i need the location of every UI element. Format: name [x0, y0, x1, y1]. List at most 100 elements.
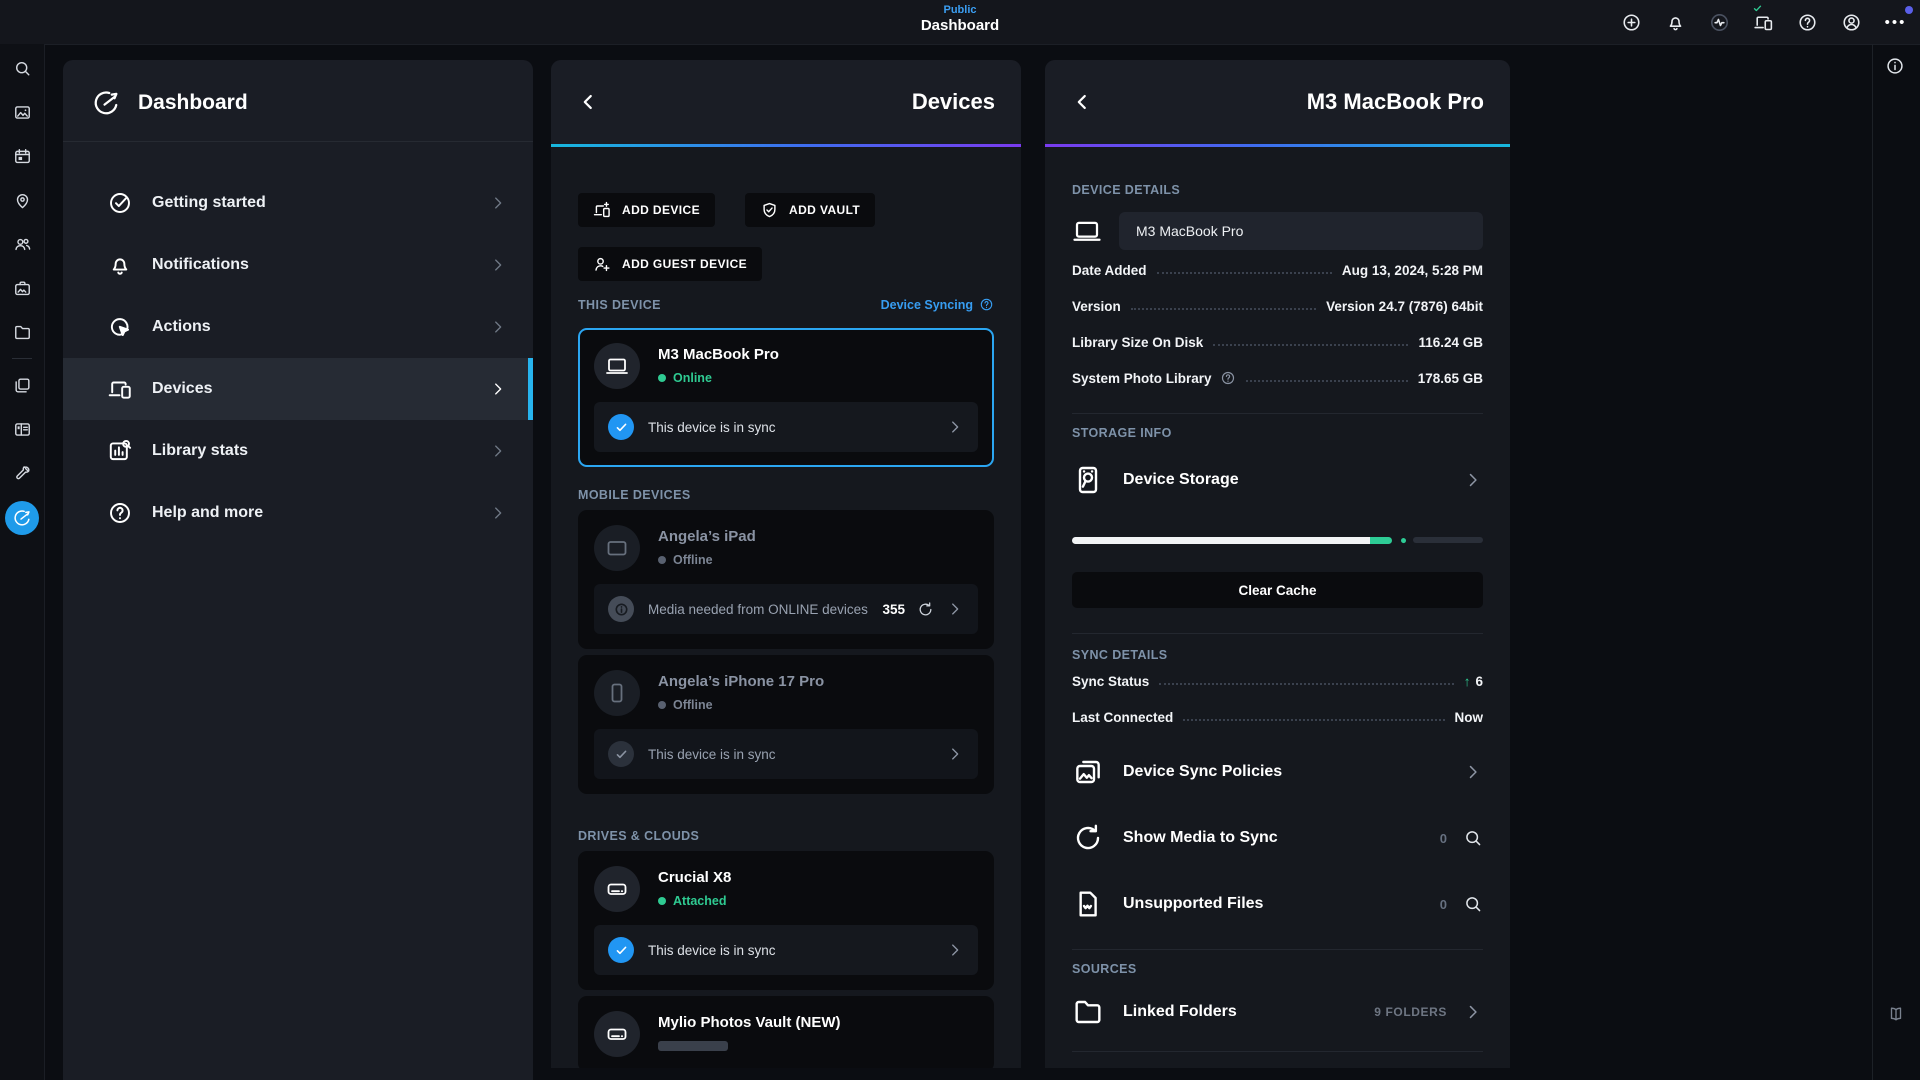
shield-check-icon — [760, 201, 779, 220]
device-name-input[interactable] — [1119, 212, 1483, 250]
devices-panel-header: Devices — [551, 60, 1021, 144]
sync-status-row[interactable]: This device is in sync — [594, 925, 978, 975]
sidebar-item-library-stats[interactable]: Library stats — [63, 420, 533, 482]
mylio-dashboard-app: Public Dashboard ••• Dashboard Getting s… — [0, 0, 1920, 1080]
rail-tools-button[interactable] — [0, 451, 44, 495]
drive-avatar — [594, 1011, 640, 1057]
rail-people-button[interactable] — [0, 222, 44, 266]
last-connected-row: Last Connected Now — [1072, 710, 1483, 725]
show-media-count: 0 — [1439, 830, 1447, 846]
device-sync-status-button[interactable] — [1753, 12, 1774, 33]
sidebar-item-getting-started[interactable]: Getting started — [63, 172, 533, 234]
header-gradient — [551, 144, 1021, 147]
devices-panel: Devices ADD DEVICE ADD VAULT ADD GUEST D… — [551, 60, 1021, 1068]
hard-drive-icon — [1072, 464, 1104, 496]
rail-copies-button[interactable] — [0, 363, 44, 407]
device-syncing-link[interactable]: Device Syncing — [881, 297, 994, 312]
help-circle-icon[interactable] — [1220, 370, 1236, 386]
devices-icon — [107, 376, 133, 402]
search-icon[interactable] — [1463, 828, 1483, 848]
drives-clouds-label: DRIVES & CLOUDS — [578, 829, 700, 843]
device-status: Attached — [658, 894, 731, 908]
device-sync-policies-row[interactable]: Device Sync Policies — [1072, 750, 1483, 794]
device-storage-row[interactable]: Device Storage — [1072, 458, 1483, 502]
chevron-right-icon — [946, 418, 964, 436]
rail-photos-button[interactable] — [0, 90, 44, 134]
status-dot — [658, 374, 666, 382]
this-device-label: THIS DEVICE — [578, 297, 661, 312]
laptop-avatar — [594, 343, 640, 389]
notification-dot — [1905, 5, 1913, 14]
space-switcher[interactable]: Public Dashboard — [921, 4, 999, 34]
rail-map-button[interactable] — [0, 178, 44, 222]
add-vault-button[interactable]: ADD VAULT — [745, 193, 876, 227]
device-card-crucial-x8[interactable]: Crucial X8 Attached This device is in sy… — [578, 851, 994, 990]
storage-tick — [1399, 536, 1407, 544]
check-circle-icon — [107, 190, 133, 216]
help-button[interactable] — [1797, 12, 1818, 33]
rail-layout-button[interactable] — [0, 407, 44, 451]
notifications-button[interactable] — [1665, 12, 1686, 33]
left-icon-rail — [0, 44, 45, 1080]
dashboard-sidebar: Dashboard Getting started Notifications … — [63, 60, 533, 1080]
dotted-leader — [1159, 683, 1454, 685]
album-case-icon — [13, 279, 32, 298]
rail-dashboard-button[interactable] — [5, 501, 39, 535]
device-card-ipad[interactable]: Angela’s iPad Offline Media needed from … — [578, 510, 994, 649]
rail-albums-button[interactable] — [0, 266, 44, 310]
device-card-mylio-vault[interactable]: Mylio Photos Vault (NEW) — [578, 996, 994, 1068]
unsupported-files-row[interactable]: Unsupported Files 0 — [1072, 882, 1483, 926]
search-icon[interactable] — [1463, 894, 1483, 914]
storage-used-segment — [1072, 536, 1371, 544]
device-name: M3 MacBook Pro — [658, 346, 779, 363]
sync-status-row[interactable]: This device is in sync — [594, 402, 978, 452]
info-button[interactable] — [1885, 56, 1905, 76]
bell-icon — [107, 252, 133, 278]
media-needed-row[interactable]: Media needed from ONLINE devices 355 — [594, 584, 978, 634]
search-icon — [13, 59, 32, 78]
back-button[interactable] — [1071, 91, 1093, 113]
drive-avatar — [594, 866, 640, 912]
clear-cache-button[interactable]: Clear Cache — [1072, 572, 1483, 608]
sync-status-row: Sync Status ↑ 6 — [1072, 674, 1483, 689]
media-count: 355 — [882, 601, 905, 617]
device-card-m3-macbook-pro[interactable]: M3 MacBook Pro Online This device is in … — [578, 328, 994, 467]
bell-icon — [1665, 12, 1686, 33]
chevron-right-icon — [489, 380, 507, 398]
status-dot — [658, 701, 666, 709]
ellipsis-icon: ••• — [1884, 13, 1907, 31]
activity-button[interactable] — [1709, 12, 1730, 33]
status-dot — [658, 897, 666, 905]
back-button[interactable] — [577, 91, 599, 113]
show-media-to-sync-row[interactable]: Show Media to Sync 0 — [1072, 816, 1483, 860]
sidebar-item-devices[interactable]: Devices — [63, 358, 533, 420]
sidebar-item-help[interactable]: Help and more — [63, 482, 533, 544]
photo-stack-icon — [1072, 756, 1104, 788]
actions-click-icon — [107, 314, 133, 340]
check-icon — [614, 943, 629, 958]
device-card-iphone[interactable]: Angela’s iPhone 17 Pro Offline This devi… — [578, 655, 994, 794]
sidebar-title: Dashboard — [138, 91, 248, 114]
account-button[interactable] — [1841, 12, 1862, 33]
sync-status-row[interactable]: This device is in sync — [594, 729, 978, 779]
chevron-right-icon — [489, 504, 507, 522]
sync-icon — [917, 601, 934, 618]
more-menu-button[interactable]: ••• — [1884, 5, 1913, 33]
linked-folders-row[interactable]: Linked Folders 9 FOLDERS — [1072, 988, 1483, 1036]
dotted-leader — [1130, 308, 1317, 310]
layout-panel-icon — [13, 420, 32, 439]
sync-icon — [1072, 822, 1104, 854]
add-guest-device-button[interactable]: ADD GUEST DEVICE — [578, 247, 763, 281]
sidebar-item-actions[interactable]: Actions — [63, 296, 533, 358]
rail-folders-button[interactable] — [0, 310, 44, 354]
reference-guide-button[interactable] — [1887, 1005, 1905, 1023]
topbar-actions: ••• — [1621, 0, 1913, 44]
rail-calendar-button[interactable] — [0, 134, 44, 178]
add-device-button[interactable]: ADD DEVICE — [578, 193, 716, 227]
sidebar-item-notifications[interactable]: Notifications — [63, 234, 533, 296]
current-space-label: CURRENT SPACE — [1072, 1066, 1184, 1068]
rail-search-button[interactable] — [0, 46, 44, 90]
add-media-button[interactable] — [1621, 12, 1642, 33]
header-gradient — [1045, 144, 1510, 147]
chevron-right-icon — [1463, 470, 1483, 490]
